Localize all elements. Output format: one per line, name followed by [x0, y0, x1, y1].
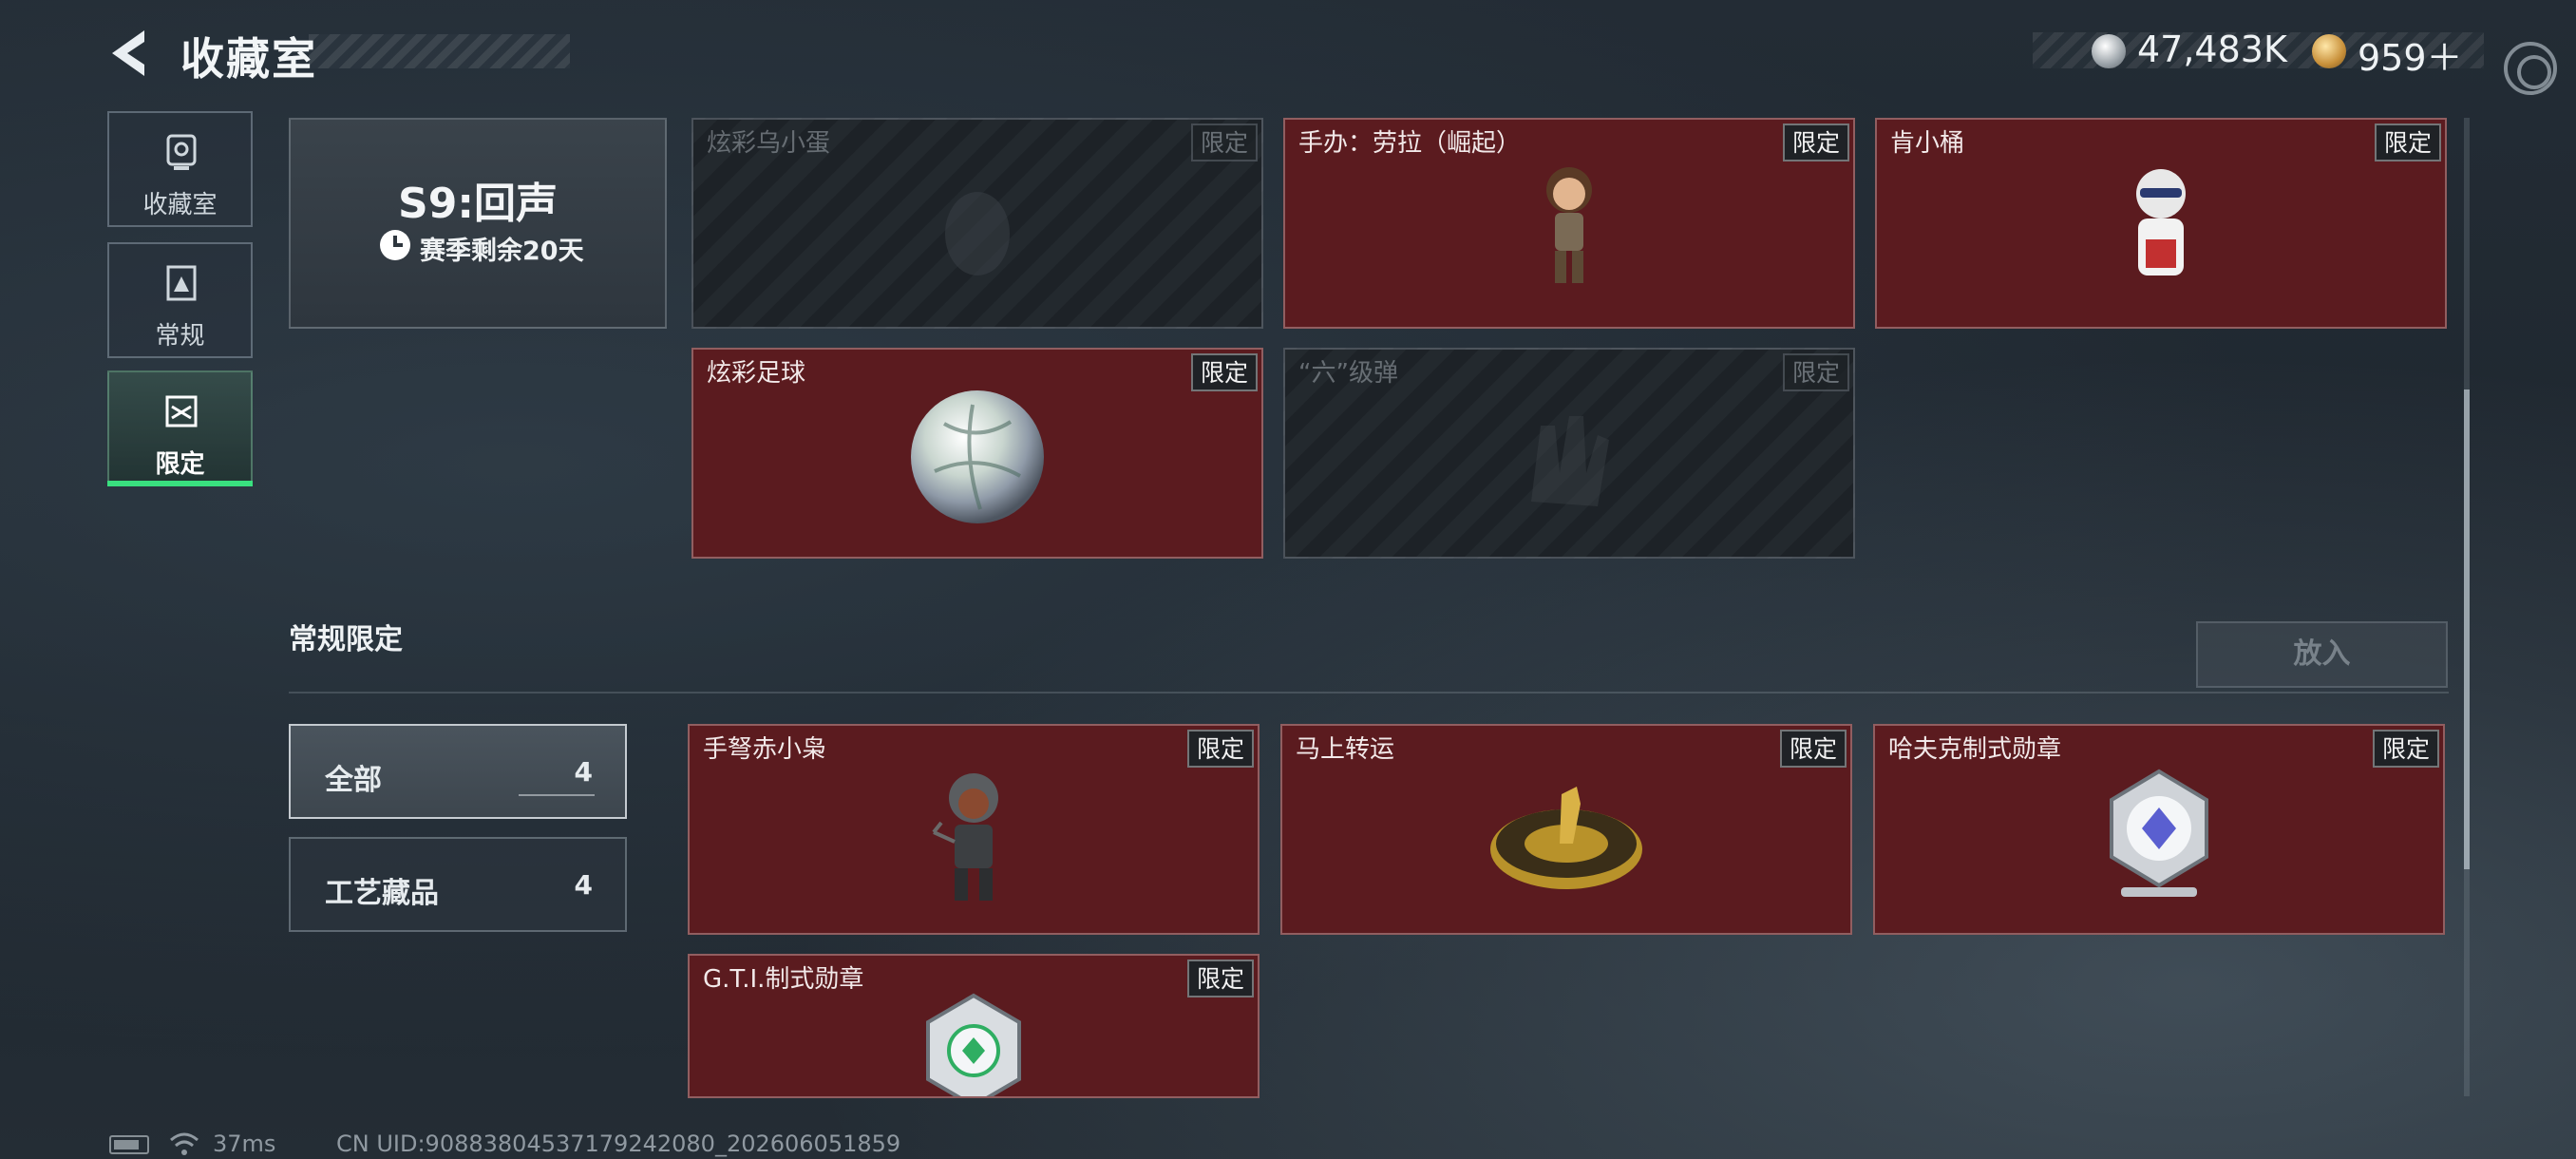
- nav-label: 限定: [155, 450, 205, 479]
- scrollbar-thumb[interactable]: [2464, 390, 2470, 869]
- currency-value-1: 47,483K: [2137, 28, 2287, 70]
- card-title: 手办：劳拉（崛起）: [1298, 129, 1522, 158]
- nav-item-limited[interactable]: 限定: [107, 370, 253, 486]
- card-title: 马上转运: [1296, 735, 1395, 764]
- place-button[interactable]: 放入: [2196, 621, 2448, 688]
- ping-value: 37ms: [213, 1130, 276, 1157]
- collectible-card[interactable]: 马上转运 限定: [1280, 724, 1852, 935]
- figure-kfc-icon: [2136, 169, 2186, 276]
- nav-item-collection[interactable]: 收藏室: [107, 111, 253, 227]
- season-remaining: 赛季剩余20天: [420, 237, 584, 266]
- limited-badge: 限定: [1186, 730, 1254, 768]
- collectible-card[interactable]: 哈夫克制式勋章 限定: [1873, 724, 2445, 935]
- figure-crossbow-icon: [932, 773, 998, 901]
- limited-badge: 限定: [1186, 960, 1254, 998]
- collectible-card[interactable]: 手办：劳拉（崛起） 限定: [1283, 118, 1855, 329]
- collectible-card[interactable]: 炫彩乌小蛋 限定: [691, 118, 1263, 329]
- card-title: “六”级弹: [1298, 359, 1398, 388]
- limited-badge: 限定: [2372, 730, 2439, 768]
- limited-badge: 限定: [1782, 353, 1849, 391]
- battery-icon: [109, 1135, 149, 1154]
- limited-badge: 限定: [1779, 730, 1847, 768]
- nav-item-regular[interactable]: 常规: [107, 242, 253, 358]
- gti-medal-icon: [926, 993, 1021, 1096]
- card-title: 手弩赤小枭: [703, 735, 827, 764]
- football-icon: [911, 390, 1044, 523]
- gold-coin-icon: [2312, 34, 2346, 68]
- card-title: G.T.I.制式勋章: [703, 965, 864, 994]
- egg-silhouette-icon: [945, 192, 1010, 276]
- collectible-card[interactable]: “六”级弹 限定: [1283, 348, 1855, 559]
- frame-icon: [166, 265, 197, 301]
- clock-icon: [380, 230, 410, 260]
- filter-underline: [519, 794, 595, 796]
- card-title: 炫彩乌小蛋: [707, 129, 831, 158]
- back-arrow-icon[interactable]: [106, 27, 154, 80]
- currency-value-2[interactable]: 959＋: [2358, 28, 2463, 81]
- filter-count: 4: [574, 756, 593, 788]
- filter-count: 4: [574, 869, 593, 901]
- haavk-medal-icon: [2110, 769, 2208, 897]
- trophy-icon: [166, 134, 197, 170]
- filter-all[interactable]: 全部 4: [289, 724, 627, 819]
- season-title: S9:回声: [398, 180, 558, 228]
- season-info: S9:回声 赛季剩余20天: [289, 118, 667, 329]
- filter-label: 全部: [325, 764, 382, 797]
- user-uid: CN UID:90883804537179242080_202606051859: [336, 1130, 901, 1157]
- nav-active-indicator: [107, 481, 253, 486]
- nav-label: 收藏室: [142, 191, 218, 219]
- golden-horse-icon: [1490, 787, 1642, 889]
- page-title: 收藏室: [180, 33, 317, 85]
- limited-icon: [165, 395, 198, 428]
- section-title: 常规限定: [289, 623, 403, 656]
- limited-badge: 限定: [1190, 124, 1258, 162]
- collectible-card[interactable]: G.T.I.制式勋章 限定: [688, 954, 1260, 1098]
- filter-crafted[interactable]: 工艺藏品 4: [289, 837, 627, 932]
- title-decoration: [309, 34, 570, 68]
- limited-badge: 限定: [1782, 124, 1849, 162]
- card-title: 炫彩足球: [707, 359, 806, 388]
- section-divider: [289, 692, 2449, 694]
- collectible-card[interactable]: 炫彩足球 限定: [691, 348, 1263, 559]
- collectible-card[interactable]: 肯小桶 限定: [1875, 118, 2447, 329]
- card-title: 肯小桶: [1890, 129, 1965, 158]
- hand-silhouette-icon: [1531, 416, 1609, 506]
- settings-ring-icon[interactable]: [2504, 42, 2557, 95]
- card-title: 哈夫克制式勋章: [1888, 735, 2062, 764]
- collectible-card[interactable]: 手弩赤小枭 限定: [688, 724, 1260, 935]
- limited-badge: 限定: [2374, 124, 2441, 162]
- silver-coin-icon: [2092, 34, 2126, 68]
- wifi-icon: [170, 1132, 199, 1155]
- figure-lara-icon: [1546, 167, 1592, 283]
- nav-label: 常规: [155, 322, 205, 351]
- limited-badge: 限定: [1190, 353, 1258, 391]
- filter-label: 工艺藏品: [325, 877, 439, 910]
